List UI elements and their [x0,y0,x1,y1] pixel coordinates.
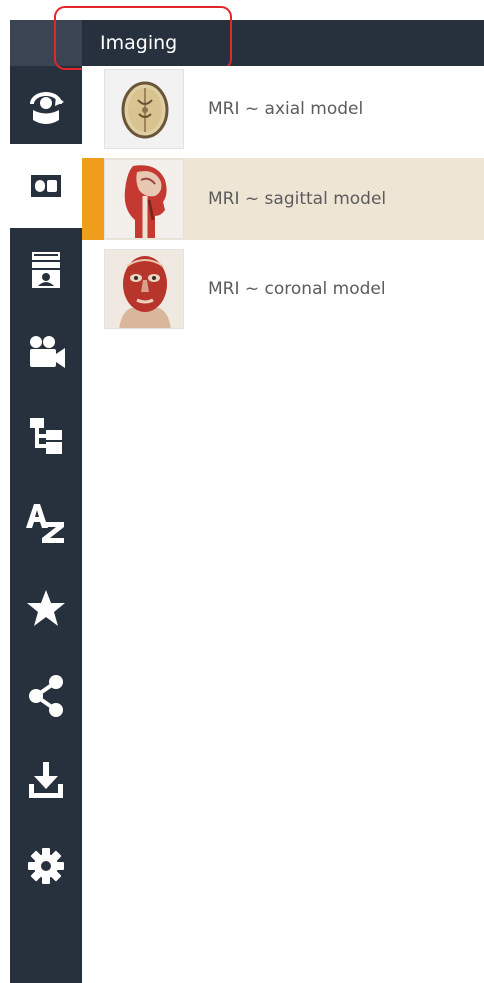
star-favorites-icon [27,590,65,626]
head-sagittal-section-thumbnail [104,159,184,239]
imaging-icon [31,175,61,197]
download-icon [29,762,63,798]
list-item-mri-coronal[interactable]: MRI ~ coronal model [82,248,484,330]
list-item-mri-axial[interactable]: MRI ~ axial model [82,68,484,150]
sidebar-item-share[interactable] [10,654,82,738]
imaging-list: MRI ~ axial model MRI ~ sagittal model M… [82,66,484,983]
sidebar-item-video[interactable] [10,310,82,394]
sidebar-logo-block [10,20,82,66]
sidebar-item-quiz[interactable] [10,228,82,312]
panel-title: Imaging [100,32,178,54]
list-item-label: MRI ~ coronal model [208,279,386,299]
sidebar-item-model[interactable] [10,66,82,150]
selected-indicator [82,158,104,240]
top-margin [0,0,484,20]
hierarchy-tree-icon [30,418,62,454]
rotate-model-icon [30,92,64,124]
video-camera-icon [30,336,65,368]
sidebar-item-hierarchy[interactable] [10,394,82,478]
sidebar-item-favorites[interactable] [10,566,82,650]
share-icon [29,675,63,717]
sidebar-item-a-z[interactable] [10,480,82,564]
list-item-label: MRI ~ sagittal model [208,189,387,209]
sidebar [10,20,82,983]
app-window: Imaging MRI ~ axial model MRI ~ sagittal… [0,0,484,983]
brain-axial-slice-thumbnail [104,69,184,149]
head-coronal-face-muscles-thumbnail [104,249,184,329]
quiz-icon [32,252,60,288]
a-z-index-icon [26,504,64,543]
list-item-label: MRI ~ axial model [208,99,364,119]
panel-header: Imaging [82,20,484,66]
sidebar-item-settings[interactable] [10,824,82,908]
list-item-mri-sagittal[interactable]: MRI ~ sagittal model [82,158,484,240]
sidebar-item-download[interactable] [10,738,82,822]
sidebar-item-imaging[interactable] [10,144,82,228]
settings-gear-icon [28,848,64,884]
